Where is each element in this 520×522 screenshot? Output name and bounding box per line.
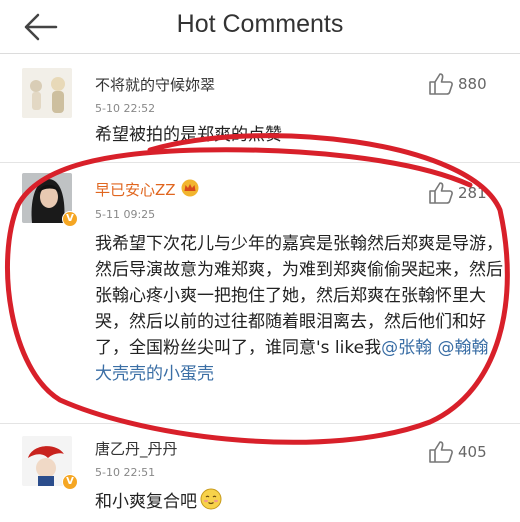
comment-text: 希望被拍的是郑爽的点赞 [95, 125, 282, 145]
comment-username[interactable]: 唐乙丹_丹丹 [95, 438, 178, 459]
comment-item: V 早已安心ZZ 5-11 09:25 我希望下次花儿与少年的嘉宾是张翰然后郑爽… [0, 163, 520, 423]
like-button[interactable]: 880 [428, 72, 508, 96]
header-bar: Hot Comments [0, 0, 520, 54]
like-button[interactable]: 281 [428, 181, 508, 205]
like-count: 281 [458, 184, 487, 202]
thumbs-up-icon [429, 182, 453, 204]
comment-text: 我希望下次花儿与少年的嘉宾是张翰然后郑爽是导游，然后导演故意为难郑爽，为难到郑爽… [95, 231, 505, 387]
avatar[interactable] [22, 68, 72, 118]
mention-link[interactable]: @张翰 [381, 338, 432, 358]
blush-emoji-icon [200, 488, 222, 510]
like-button[interactable]: 405 [428, 440, 508, 464]
username-text: 早已安心ZZ [95, 181, 176, 199]
comment-username[interactable]: 早已安心ZZ [95, 179, 200, 200]
thumbs-up-icon [429, 73, 453, 95]
comment-timestamp: 5-10 22:52 [95, 102, 156, 115]
page-title: Hot Comments [176, 10, 344, 38]
comment-item: V 唐乙丹_丹丹 5-10 22:51 和小爽复合吧 405 [0, 424, 520, 522]
thumbs-up-icon [429, 441, 453, 463]
comment-text: 和小爽复合吧 [95, 488, 505, 515]
comment-item: 不将就的守候妳翠 5-10 22:52 希望被拍的是郑爽的点赞 880 [0, 54, 520, 162]
comment-username[interactable]: 不将就的守候妳翠 [95, 74, 215, 95]
verified-badge-icon: V [62, 474, 78, 490]
crown-icon [181, 179, 199, 197]
verified-badge-icon: V [62, 211, 78, 227]
comment-timestamp: 5-10 22:51 [95, 466, 156, 479]
like-count: 880 [458, 75, 487, 93]
like-count: 405 [458, 443, 487, 461]
comment-body-text: 和小爽复合吧 [95, 492, 197, 512]
comment-timestamp: 5-11 09:25 [95, 208, 156, 221]
